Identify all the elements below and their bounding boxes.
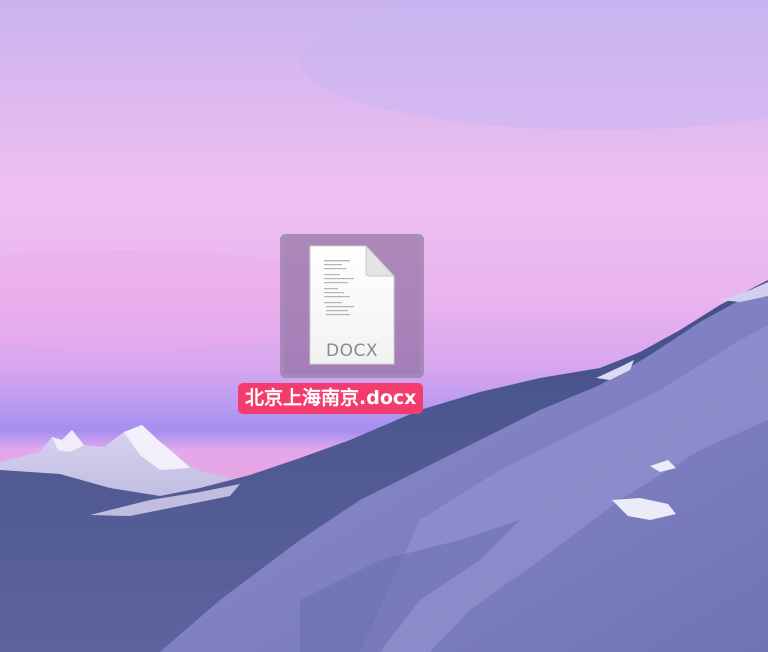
file-name-label[interactable]: 北京上海南京.docx (238, 383, 424, 414)
file-extension-badge: DOCX (326, 341, 378, 361)
desktop[interactable]: DOCX 北京上海南京.docx (0, 0, 768, 652)
file-icon-selected[interactable]: DOCX (280, 234, 424, 378)
